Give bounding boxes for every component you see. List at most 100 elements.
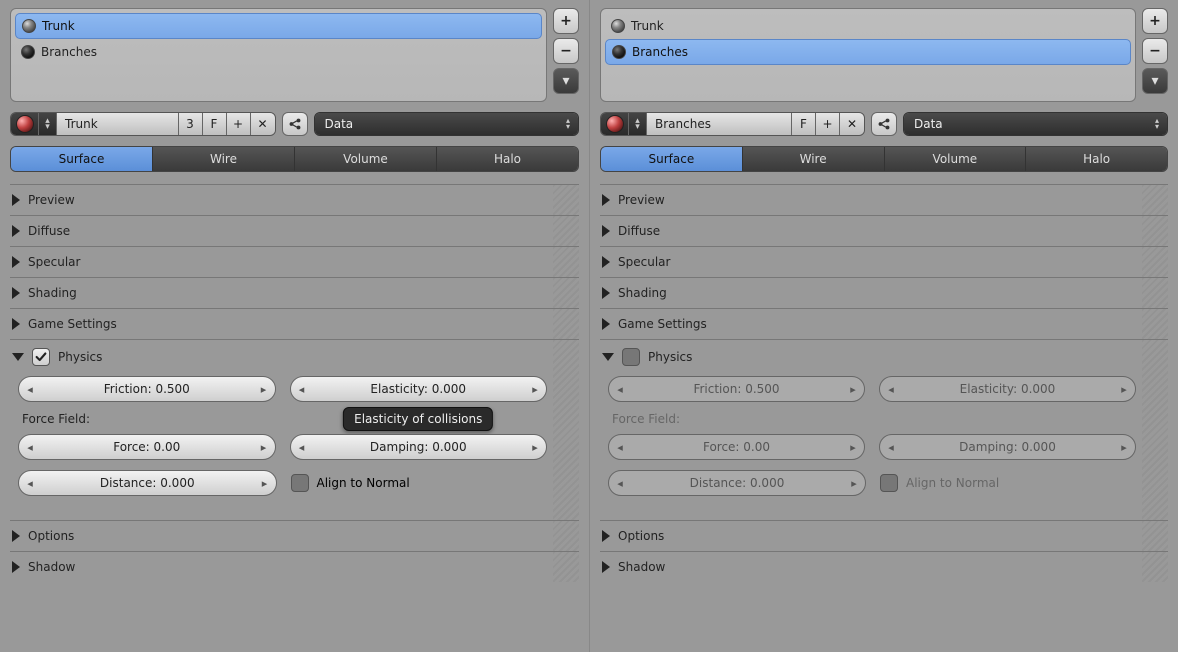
panel-physics-header[interactable]: Physics: [602, 348, 1166, 366]
remove-slot-button[interactable]: −: [553, 38, 579, 64]
disclosure-icon: [602, 256, 610, 268]
tab-volume[interactable]: Volume: [885, 147, 1027, 171]
disclosure-icon: [602, 530, 610, 542]
panel-game-settings-header[interactable]: Game Settings: [12, 317, 577, 331]
slot-specials-button[interactable]: ▾: [1142, 68, 1168, 94]
material-preview-icon: [611, 19, 625, 33]
panel-specular-header[interactable]: Specular: [12, 255, 577, 269]
panel-physics-header[interactable]: Physics: [12, 348, 577, 366]
material-users-count[interactable]: 3: [179, 113, 203, 135]
disclosure-icon: [12, 287, 20, 299]
panel-physics: Physics ◂Friction: 0.500▸ ◂Elasticity: 0…: [10, 339, 579, 520]
remove-slot-button[interactable]: −: [1142, 38, 1168, 64]
disclosure-icon: [602, 287, 610, 299]
material-slot-trunk[interactable]: Trunk: [605, 13, 1131, 39]
friction-field[interactable]: ◂Friction: 0.500▸: [18, 376, 276, 402]
unlink-material-button[interactable]: ✕: [251, 113, 275, 135]
browse-material-button[interactable]: ▴▾: [629, 113, 647, 135]
tab-surface[interactable]: Surface: [11, 147, 153, 171]
material-slot-branches[interactable]: Branches: [605, 39, 1131, 65]
material-slot-label: Trunk: [631, 19, 664, 33]
distance-field[interactable]: ◂Distance: 0.000▸: [18, 470, 277, 496]
force-field-label: Force Field:: [612, 412, 1136, 426]
disclosure-icon: [12, 353, 24, 361]
browse-material-button[interactable]: ▴▾: [39, 113, 57, 135]
disclosure-icon: [12, 530, 20, 542]
node-material-toggle[interactable]: [282, 112, 308, 136]
tab-surface[interactable]: Surface: [601, 147, 743, 171]
unlink-material-button[interactable]: ✕: [840, 113, 864, 135]
nodes-icon: [877, 117, 891, 131]
disclosure-icon: [12, 256, 20, 268]
material-slot-list[interactable]: Trunk Branches: [10, 8, 547, 102]
fake-user-toggle[interactable]: F: [792, 113, 816, 135]
tooltip: Elasticity of collisions: [343, 407, 493, 431]
distance-field[interactable]: ◂Distance: 0.000▸: [608, 470, 866, 496]
disclosure-icon: [602, 194, 610, 206]
panel-preview-header[interactable]: Preview: [12, 193, 577, 207]
material-link-dropdown[interactable]: Data ▴▾: [903, 112, 1168, 136]
material-datablock-icon[interactable]: [601, 113, 629, 135]
material-slot-label: Trunk: [42, 19, 75, 33]
material-panel-left: Trunk Branches + − ▾ ▴▾ Trunk 3 F + ✕ Da…: [0, 0, 589, 652]
check-icon: [34, 350, 48, 364]
disclosure-icon: [602, 353, 614, 361]
material-preview-icon: [22, 19, 36, 33]
tab-wire[interactable]: Wire: [153, 147, 295, 171]
material-slot-trunk[interactable]: Trunk: [15, 13, 542, 39]
elasticity-field[interactable]: ◂Elasticity: 0.000▸ Elasticity of collis…: [290, 376, 548, 402]
force-field[interactable]: ◂Force: 0.00▸: [608, 434, 865, 460]
material-slot-branches[interactable]: Branches: [15, 39, 542, 65]
panel-options-header[interactable]: Options: [12, 529, 577, 543]
panel-diffuse-header[interactable]: Diffuse: [12, 224, 577, 238]
material-name-field[interactable]: Branches: [647, 113, 792, 135]
tab-volume[interactable]: Volume: [295, 147, 437, 171]
force-field[interactable]: ◂Force: 0.00▸: [18, 434, 276, 460]
panel-specular-header[interactable]: Specular: [602, 255, 1166, 269]
panel-shadow-header[interactable]: Shadow: [602, 560, 1166, 574]
material-type-tabs: Surface Wire Volume Halo: [10, 146, 579, 172]
tab-halo[interactable]: Halo: [1026, 147, 1167, 171]
disclosure-icon: [12, 225, 20, 237]
panel-physics: Physics ◂Friction: 0.500▸ ◂Elasticity: 0…: [600, 339, 1168, 520]
add-slot-button[interactable]: +: [1142, 8, 1168, 34]
tab-halo[interactable]: Halo: [437, 147, 578, 171]
disclosure-icon: [602, 561, 610, 573]
add-slot-button[interactable]: +: [553, 8, 579, 34]
panel-preview-header[interactable]: Preview: [602, 193, 1166, 207]
material-name-field[interactable]: Trunk: [57, 113, 179, 135]
align-to-normal-label: Align to Normal: [906, 476, 999, 490]
new-material-button[interactable]: +: [816, 113, 840, 135]
friction-field[interactable]: ◂Friction: 0.500▸: [608, 376, 865, 402]
align-to-normal-checkbox[interactable]: [291, 474, 309, 492]
physics-enable-checkbox[interactable]: [32, 348, 50, 366]
align-to-normal-checkbox[interactable]: [880, 474, 898, 492]
panel-shadow-header[interactable]: Shadow: [12, 560, 577, 574]
material-slot-label: Branches: [41, 45, 97, 59]
disclosure-icon: [12, 194, 20, 206]
material-slot-list[interactable]: Trunk Branches: [600, 8, 1136, 102]
fake-user-toggle[interactable]: F: [203, 113, 227, 135]
panel-shading-header[interactable]: Shading: [12, 286, 577, 300]
material-link-dropdown[interactable]: Data ▴▾: [314, 112, 580, 136]
node-material-toggle[interactable]: [871, 112, 897, 136]
panel-game-settings-header[interactable]: Game Settings: [602, 317, 1166, 331]
material-preview-icon: [612, 45, 626, 59]
damping-field[interactable]: ◂Damping: 0.000▸: [290, 434, 548, 460]
material-datablock-icon[interactable]: [11, 113, 39, 135]
disclosure-icon: [12, 561, 20, 573]
slot-specials-button[interactable]: ▾: [553, 68, 579, 94]
material-panel-right: Trunk Branches + − ▾ ▴▾ Branches F + ✕ D…: [589, 0, 1178, 652]
material-slot-label: Branches: [632, 45, 688, 59]
tab-wire[interactable]: Wire: [743, 147, 885, 171]
new-material-button[interactable]: +: [227, 113, 251, 135]
elasticity-field[interactable]: ◂Elasticity: 0.000▸: [879, 376, 1136, 402]
damping-field[interactable]: ◂Damping: 0.000▸: [879, 434, 1136, 460]
panel-shading-header[interactable]: Shading: [602, 286, 1166, 300]
panel-options-header[interactable]: Options: [602, 529, 1166, 543]
align-to-normal-label: Align to Normal: [317, 476, 410, 490]
panel-diffuse-header[interactable]: Diffuse: [602, 224, 1166, 238]
disclosure-icon: [602, 225, 610, 237]
nodes-icon: [288, 117, 302, 131]
physics-enable-checkbox[interactable]: [622, 348, 640, 366]
